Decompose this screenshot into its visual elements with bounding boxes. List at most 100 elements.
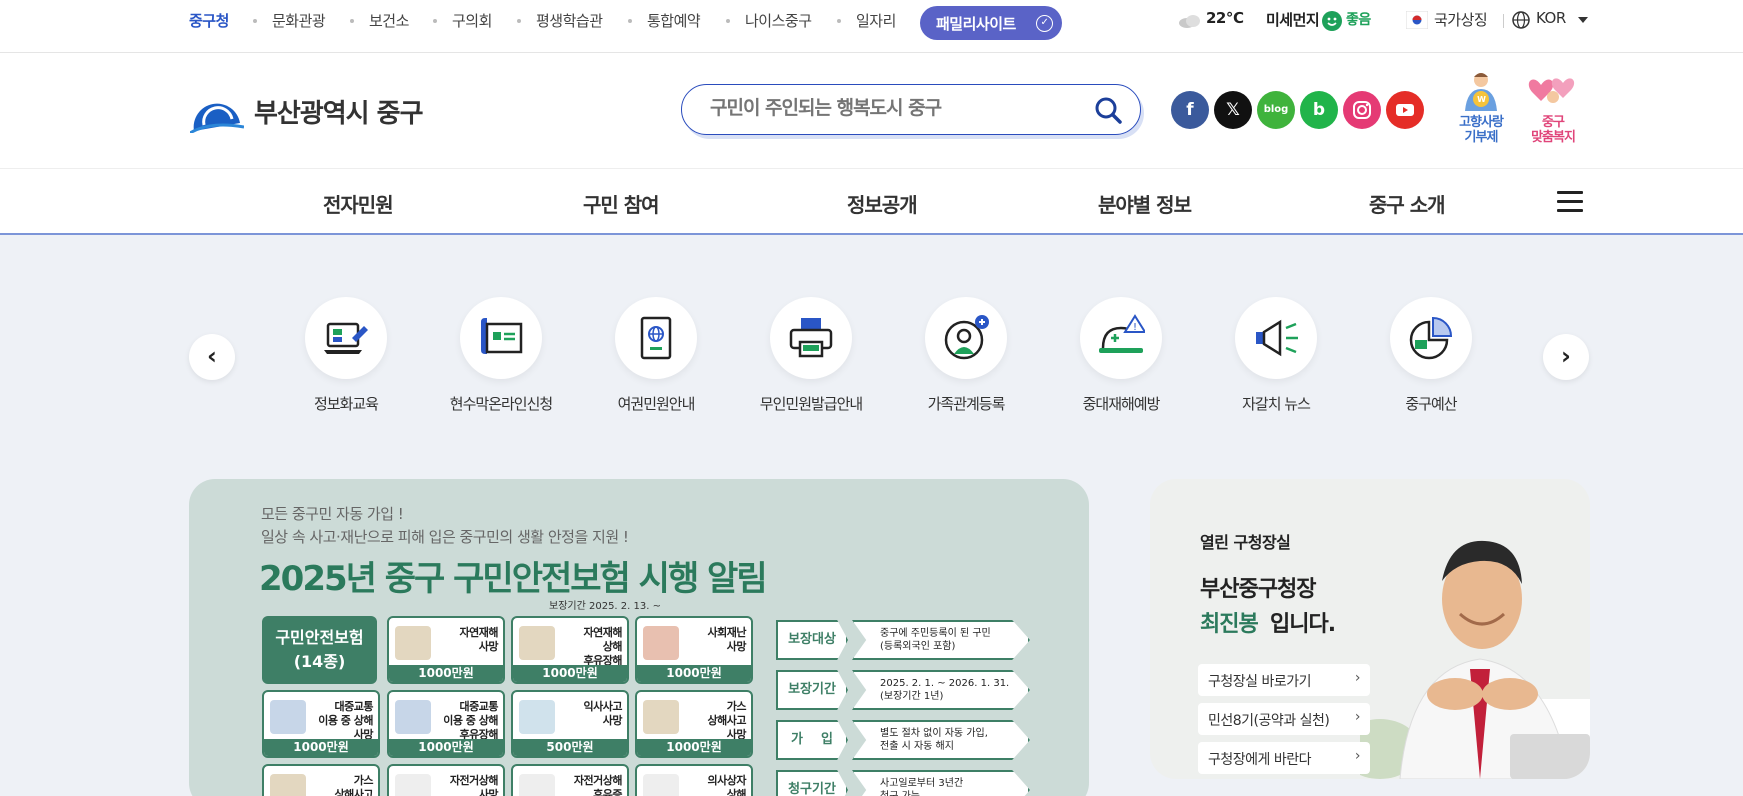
- coverage-text: 자연재해 상해 후유장해: [583, 626, 623, 667]
- coverage-text: 사회재난 사망: [707, 626, 747, 653]
- hamburger-menu-icon[interactable]: [1557, 191, 1583, 213]
- info-value: 중구에 주민등록이 된 구민 (등록외국인 포함): [852, 620, 1030, 660]
- rescue-icon: [643, 774, 679, 796]
- info-key: 보장대상: [776, 620, 848, 660]
- coverage-cell: 대중교통 이용 중 상해 후유장해 1000만원: [387, 690, 505, 758]
- top-link-culture[interactable]: 문화관광: [272, 10, 326, 31]
- coverage-cell: 자전거상해 후유증: [511, 764, 629, 796]
- top-link-learning[interactable]: 평생학습관: [536, 10, 603, 31]
- disaster-icon: [395, 626, 431, 660]
- passport-icon: [615, 297, 697, 379]
- coverage-amount: 1000만원: [513, 665, 627, 682]
- service-item[interactable]: 현수막온라인신청: [431, 297, 571, 414]
- info-value: 사고일로부터 3년간 청구 가능: [852, 770, 1030, 796]
- bicycle-icon: [519, 774, 555, 796]
- coverage-amount: 500만원: [513, 739, 627, 756]
- instagram-icon[interactable]: [1343, 91, 1381, 129]
- site-header: 부산광역시 중구 f 𝕏 blog b W 고향사랑 기부제 중구 맞춤복지: [0, 53, 1743, 168]
- x-icon[interactable]: 𝕏: [1214, 91, 1252, 129]
- top-link-health[interactable]: 보건소: [369, 10, 409, 31]
- nav-information[interactable]: 정보공개: [847, 189, 918, 218]
- prev-arrow-button[interactable]: ‹: [189, 334, 235, 380]
- gas-accident-icon: [270, 774, 306, 796]
- banner-title: 2025년 중구 구민안전보험 시행 알림: [259, 559, 768, 599]
- quick-link-line1: 고향사랑: [1459, 115, 1504, 130]
- globe-icon: [1512, 11, 1530, 29]
- national-symbol-link[interactable]: 국가상징: [1434, 9, 1488, 30]
- band-icon[interactable]: b: [1300, 91, 1338, 129]
- quick-link-line2: 맞춤복지: [1531, 130, 1576, 145]
- drowning-icon: [519, 700, 555, 734]
- laptop-icon: [305, 297, 387, 379]
- coverage-cell: 자전거상해 사망: [387, 764, 505, 796]
- blog-icon[interactable]: blog: [1257, 91, 1295, 129]
- main-navigation: 전자민원 구민 참여 정보공개 분야별 정보 중구 소개: [0, 168, 1743, 235]
- nav-participation[interactable]: 구민 참여: [583, 189, 660, 218]
- custom-welfare-link[interactable]: 중구 맞춤복지: [1518, 71, 1588, 145]
- coverage-cell: 자연재해 사망 1000만원: [387, 616, 505, 684]
- gas-accident-icon: [643, 700, 679, 734]
- top-link-council[interactable]: 구의회: [452, 10, 492, 31]
- coverage-amount: 1000만원: [637, 739, 751, 756]
- mayor-link-label: 구청장실 바로가기: [1208, 674, 1312, 690]
- service-item[interactable]: 여권민원안내: [586, 297, 726, 414]
- bus-accident-icon: [395, 700, 431, 734]
- caret-down-icon: [1578, 17, 1588, 23]
- search-input[interactable]: [710, 97, 1070, 119]
- separator-dot: [350, 19, 354, 23]
- service-item[interactable]: 무인민원발급안내: [741, 297, 881, 414]
- svg-text:!: !: [1133, 322, 1137, 333]
- info-value: 별도 절차 없이 자동 가입, 전출 시 자동 해지: [852, 720, 1030, 760]
- family-register-icon: [925, 297, 1007, 379]
- mayor-link-label: 구청장에게 바란다: [1208, 752, 1312, 768]
- insurance-box-line2: (14종): [293, 652, 346, 671]
- mayor-link-label: 민선8기(공약과 실천): [1208, 713, 1330, 729]
- mayor-office-link[interactable]: 구청장실 바로가기 ›: [1198, 664, 1370, 696]
- family-site-label: 패밀리사이트: [936, 15, 1016, 33]
- separator-dot: [837, 19, 841, 23]
- top-link-nice[interactable]: 나이스중구: [745, 10, 812, 31]
- youtube-icon[interactable]: [1386, 91, 1424, 129]
- coverage-amount: 1000만원: [637, 665, 751, 682]
- insurance-count-box: 구민안전보험 (14종): [262, 616, 377, 684]
- hometown-donation-link[interactable]: W 고향사랑 기부제: [1446, 71, 1516, 145]
- service-label: 가족관계등록: [927, 395, 1006, 413]
- nav-field-info[interactable]: 분야별 정보: [1098, 189, 1192, 218]
- site-name[interactable]: 부산광역시 중구: [254, 93, 423, 130]
- service-label: 자갈치 뉴스: [1242, 395, 1311, 413]
- search-icon[interactable]: [1094, 96, 1122, 124]
- family-site-button[interactable]: 패밀리사이트 ✓: [920, 6, 1062, 40]
- service-item[interactable]: 자갈치 뉴스: [1206, 297, 1346, 414]
- service-item[interactable]: ! 중대재해예방: [1051, 297, 1191, 414]
- coverage-amount: 1000만원: [264, 739, 378, 756]
- language-select[interactable]: KOR: [1536, 9, 1566, 27]
- coverage-cell: 가스 상해사고 사망 1000만원: [635, 690, 753, 758]
- dust-status: 좋음: [1346, 12, 1371, 28]
- coverage-text: 의사상자 상해: [707, 774, 747, 796]
- next-arrow-button[interactable]: ›: [1543, 334, 1589, 380]
- dust-label: 미세먼지: [1266, 11, 1320, 29]
- info-key: 청구기간: [776, 770, 848, 796]
- service-item[interactable]: 가족관계등록: [896, 297, 1036, 414]
- banner-period-note: 보장기간 2025. 2. 13. ~: [549, 601, 661, 612]
- info-key: 보장기간: [776, 670, 848, 710]
- pledges-link[interactable]: 민선8기(공약과 실천) ›: [1198, 703, 1370, 735]
- top-link-junggu[interactable]: 중구청: [189, 10, 229, 31]
- nav-e-civil[interactable]: 전자민원: [323, 189, 394, 218]
- service-label: 중대재해예방: [1082, 395, 1161, 413]
- junggu-logo-icon[interactable]: [190, 93, 244, 133]
- top-link-jobs[interactable]: 일자리: [856, 10, 896, 31]
- service-item[interactable]: 정보화교육: [276, 297, 416, 414]
- service-item[interactable]: 중구예산: [1361, 297, 1501, 414]
- quick-link-line2: 기부제: [1464, 130, 1499, 145]
- safety-insurance-banner[interactable]: 모든 중구민 자동 가입 ! 일상 속 사고·재난으로 피해 입은 중구민의 생…: [189, 479, 1089, 796]
- coverage-text: 자전거상해 후유증: [573, 774, 623, 796]
- donation-person-icon: W: [1465, 73, 1497, 111]
- printer-icon: [770, 297, 852, 379]
- facebook-icon[interactable]: f: [1171, 91, 1209, 129]
- wish-to-mayor-link[interactable]: 구청장에게 바란다 ›: [1198, 742, 1370, 774]
- separator-dot: [433, 19, 437, 23]
- coverage-amount: 1000만원: [389, 739, 503, 756]
- nav-about[interactable]: 중구 소개: [1369, 189, 1446, 218]
- top-link-reservation[interactable]: 통합예약: [647, 10, 701, 31]
